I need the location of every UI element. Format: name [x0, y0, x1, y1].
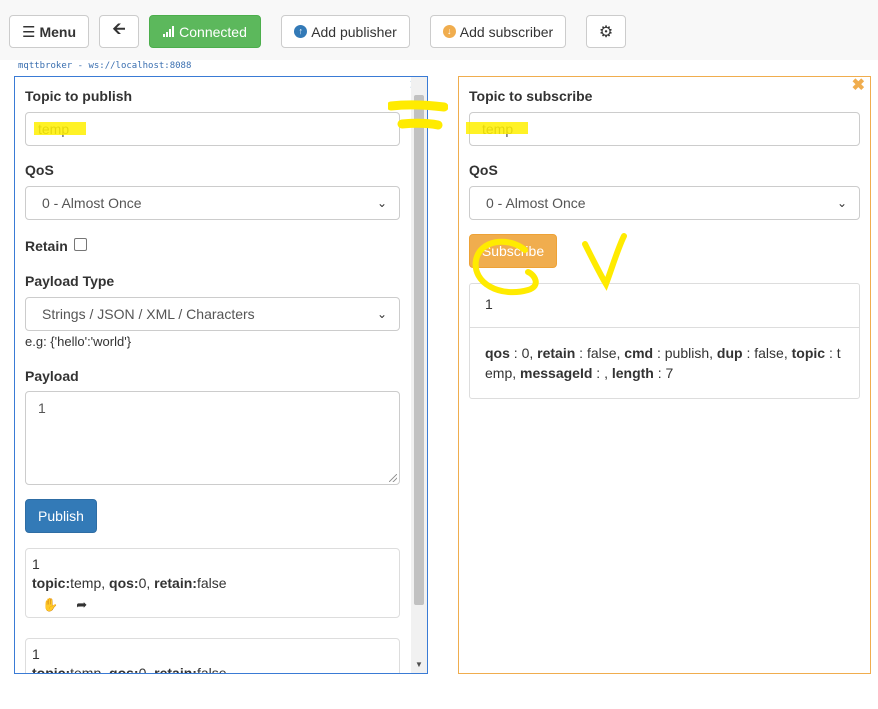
connected-label: Connected: [179, 23, 247, 40]
retain-checkbox[interactable]: [74, 238, 87, 251]
meta-value: false: [586, 345, 617, 361]
publish-button[interactable]: Publish: [25, 499, 97, 533]
forward-icon[interactable]: ➦: [76, 595, 87, 614]
published-message-card: 1 topic:temp, qos:0, retain:false: [25, 638, 400, 674]
published-message-card: 1 topic:temp, qos:0, retain:false ✋ ➦: [25, 548, 400, 618]
meta-key: topic:: [32, 665, 71, 674]
topic-to-subscribe-label: Topic to subscribe: [469, 88, 593, 104]
meta-key: topic: [791, 345, 826, 361]
published-meta: topic:temp, qos:0, retain:false: [32, 664, 393, 674]
menu-label: Menu: [39, 23, 76, 40]
meta-key: dup: [716, 345, 743, 361]
add-publisher-label: Add publisher: [311, 23, 397, 40]
meta-key: retain: [537, 345, 576, 361]
meta-value: 0: [138, 665, 147, 674]
add-subscriber-button[interactable]: ↓ Add subscriber: [430, 15, 566, 48]
meta-key: qos:: [109, 575, 139, 591]
topic-to-publish-label: Topic to publish: [25, 88, 133, 104]
broker-label: mqttbroker - ws://localhost:8088: [18, 61, 192, 71]
chevron-down-icon: ⌄: [376, 196, 387, 210]
arrow-down-circle-icon: ↓: [442, 25, 456, 38]
subscribe-qos-label: QoS: [469, 162, 498, 178]
add-publisher-button[interactable]: ↑ Add publisher: [281, 15, 410, 48]
menu-button[interactable]: ☰ Menu: [9, 15, 89, 48]
subscribe-qos-select[interactable]: 0 - Almost Once ⌄: [469, 186, 860, 220]
subscribe-qos-value: 0 - Almost Once: [486, 195, 586, 211]
meta-value: publish: [664, 345, 710, 361]
meta-value: temp: [70, 575, 102, 591]
meta-key: qos: [485, 345, 510, 361]
publish-topic-input[interactable]: temp: [25, 112, 400, 146]
meta-key: retain:: [154, 665, 197, 674]
publish-topic-value: temp: [38, 121, 70, 137]
published-meta: topic:temp, qos:0, retain:false: [32, 575, 227, 591]
settings-button[interactable]: ⚙: [586, 15, 626, 48]
signal-bars-icon: [163, 24, 175, 40]
scroll-down-arrow-icon[interactable]: ▼: [415, 660, 423, 669]
publish-qos-select[interactable]: 0 - Almost Once ⌄: [25, 186, 400, 220]
meta-value: 7: [665, 365, 674, 381]
publish-qos-value: 0 - Almost Once: [42, 195, 142, 211]
subscribe-button[interactable]: Subscribe: [469, 234, 557, 268]
publish-qos-label: QoS: [25, 162, 54, 178]
meta-key: messageId: [520, 365, 593, 381]
received-payload: 1: [470, 284, 859, 328]
payload-label: Payload: [25, 368, 79, 384]
subscriber-panel: ✖ Topic to subscribe temp QoS 0 - Almost…: [458, 76, 871, 674]
hamburger-icon: ☰: [21, 23, 36, 41]
meta-key: topic:: [32, 575, 71, 591]
chevron-down-icon: ⌄: [836, 196, 847, 210]
connected-button[interactable]: Connected: [149, 15, 261, 48]
arrow-left-icon: 🡨: [112, 21, 126, 38]
received-meta: qos : 0, retain : false, cmd : publish, …: [485, 345, 841, 381]
add-subscriber-label: Add subscriber: [459, 23, 554, 40]
chevron-down-icon: ⌄: [376, 307, 387, 321]
meta-key: length: [611, 365, 654, 381]
meta-value: 0: [138, 575, 147, 591]
meta-key: retain:: [154, 575, 197, 591]
meta-value: false: [196, 665, 227, 674]
published-payload: 1: [32, 646, 40, 662]
published-payload: 1: [32, 556, 40, 572]
payload-type-value: Strings / JSON / XML / Characters: [42, 306, 255, 322]
meta-value: temp: [70, 665, 102, 674]
payload-value: 1: [38, 400, 46, 416]
resize-handle-icon[interactable]: [389, 474, 397, 482]
arrow-up-circle-icon: ↑: [294, 25, 308, 38]
back-button[interactable]: 🡨: [99, 15, 139, 48]
subscribe-topic-value: temp: [482, 121, 514, 137]
subscribe-topic-input[interactable]: temp: [469, 112, 860, 146]
payload-type-label: Payload Type: [25, 273, 115, 289]
retain-label: Retain: [25, 238, 68, 254]
received-messages-list: 1 qos : 0, retain : false, cmd : publish…: [469, 283, 860, 399]
meta-key: cmd: [624, 345, 654, 361]
meta-value: false: [196, 575, 227, 591]
payload-type-select[interactable]: Strings / JSON / XML / Characters ⌄: [25, 297, 400, 331]
publisher-panel: ✖ Topic to publish temp QoS 0 - Almost O…: [14, 76, 428, 674]
meta-key: qos:: [109, 665, 139, 674]
top-toolbar: ☰ Menu 🡨 Connected ↑ Add publisher ↓ Add…: [0, 0, 878, 60]
republish-icon[interactable]: ✋: [42, 595, 58, 614]
gear-icon: ⚙: [598, 23, 614, 41]
publisher-scrollbar[interactable]: ▼: [411, 77, 427, 673]
message-actions: ✋ ➦: [32, 595, 393, 614]
close-subscriber-icon[interactable]: ✖: [852, 78, 865, 94]
meta-value: 0: [521, 345, 530, 361]
payload-textarea[interactable]: 1: [25, 391, 400, 485]
payload-hint: e.g: {'hello':'world'}: [25, 334, 132, 349]
meta-value: false: [754, 345, 784, 361]
scrollbar-thumb[interactable]: [414, 95, 424, 605]
